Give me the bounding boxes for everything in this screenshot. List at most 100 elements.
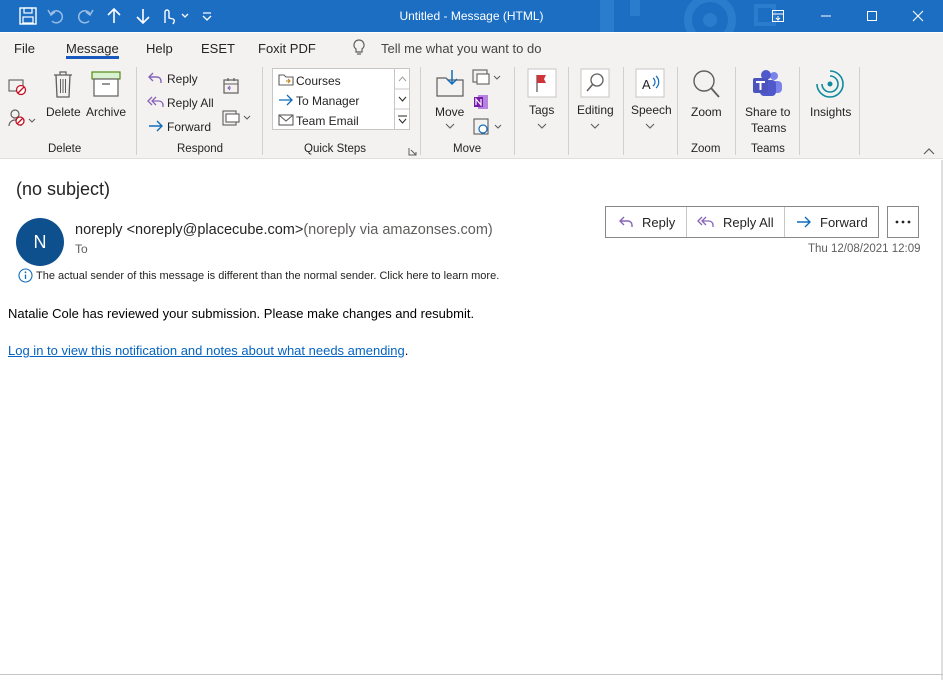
quick-step-to-manager[interactable]: To Manager [296, 94, 359, 108]
move-button[interactable]: Move [435, 105, 464, 119]
speech-dropdown-icon[interactable] [645, 123, 655, 129]
archive-icon[interactable] [91, 71, 121, 97]
move-icon[interactable] [434, 68, 466, 98]
separator [859, 67, 860, 155]
move-dropdown-icon[interactable] [445, 123, 455, 129]
tab-foxit-pdf[interactable]: Foxit PDF [258, 41, 316, 56]
insights-icon[interactable] [815, 69, 845, 99]
archive-button[interactable]: Archive [86, 105, 126, 119]
reply-all-button[interactable]: Reply All [167, 96, 214, 110]
header-reply-all-label: Reply All [723, 215, 774, 230]
delete-group-label: Delete [48, 143, 82, 155]
rules-icon[interactable] [472, 69, 502, 87]
link-suffix: . [404, 343, 409, 358]
minimize-button[interactable] [803, 0, 849, 32]
separator [735, 67, 736, 155]
separator [568, 67, 569, 155]
zoom-icon[interactable] [691, 69, 721, 99]
reply-all-icon [147, 95, 165, 109]
header-reply-all-button[interactable]: Reply All [687, 207, 785, 237]
quick-steps-gallery: Courses To Manager Team Email [272, 68, 410, 130]
quick-steps-scroll[interactable] [394, 69, 410, 129]
sender-email: <noreply@placecube.com> [126, 222, 304, 238]
delete-icon[interactable] [52, 70, 74, 98]
sender-via: (noreply via amazonses.com) [303, 222, 493, 238]
share-to-teams-button[interactable]: Share to [745, 105, 790, 119]
collapse-ribbon-icon[interactable] [923, 147, 935, 155]
reply-button[interactable]: Reply [167, 72, 198, 86]
forward-button[interactable]: Forward [167, 120, 211, 134]
actions-icon[interactable] [473, 118, 503, 136]
close-button[interactable] [895, 0, 941, 32]
more-icon [895, 220, 911, 224]
reading-pane: (no subject) N noreply <noreply@placecub… [0, 160, 943, 680]
sender-name: noreply [75, 222, 123, 238]
separator [420, 67, 421, 155]
teams-group-label: Teams [751, 143, 785, 155]
reply-icon [147, 71, 163, 85]
tags-icon[interactable] [527, 68, 557, 98]
editing-search-icon[interactable] [580, 68, 610, 98]
header-forward-label: Forward [820, 215, 868, 230]
lightbulb-icon [352, 39, 366, 57]
ribbon-tabs: File Message Help ESET Foxit PDF Tell me… [0, 33, 943, 61]
window-bottom-edge [0, 674, 943, 675]
teams-icon[interactable] [752, 69, 784, 99]
editing-dropdown-icon[interactable] [590, 123, 600, 129]
header-reply-button[interactable]: Reply [606, 207, 687, 237]
more-actions-button[interactable] [887, 206, 919, 238]
more-respond-icon[interactable] [222, 109, 252, 127]
maximize-button[interactable] [849, 0, 895, 32]
share-to-teams-label-2: Teams [751, 121, 787, 135]
window-title: Untitled - Message (HTML) [399, 9, 544, 23]
reply-all-icon [697, 216, 714, 227]
header-forward-button[interactable]: Forward [785, 207, 878, 237]
message-body-text: Natalie Cole has reviewed your submissio… [8, 306, 475, 321]
insights-button[interactable]: Insights [810, 105, 851, 119]
message-subject: (no subject) [16, 179, 111, 199]
speech-icon[interactable]: A [635, 68, 665, 98]
tab-help[interactable]: Help [146, 41, 173, 56]
respond-group-label: Respond [177, 143, 224, 155]
separator [514, 67, 515, 155]
forward-icon [148, 119, 164, 133]
sender[interactable]: noreply <noreply@placecube.com>(noreply … [75, 222, 493, 238]
delete-button[interactable]: Delete [46, 105, 81, 119]
onenote-icon[interactable] [473, 94, 489, 110]
separator [799, 67, 800, 155]
folder-move-icon [278, 72, 294, 86]
ribbon: Delete Archive Delete Reply Reply All Fo… [0, 61, 943, 159]
received-date: Thu 12/08/2021 12:09 [808, 243, 921, 255]
tab-message[interactable]: Message [66, 41, 119, 56]
separator [677, 67, 678, 155]
to-label: To [75, 242, 88, 256]
notification-link[interactable]: Log in to view this notification and not… [8, 343, 405, 358]
tab-eset[interactable]: ESET [201, 41, 235, 56]
quick-step-team-email[interactable]: Team Email [296, 114, 359, 128]
ignore-icon[interactable] [8, 78, 28, 96]
dialog-launcher-icon[interactable] [408, 147, 417, 156]
speech-button[interactable]: Speech [631, 103, 672, 117]
separator [262, 67, 263, 155]
zoom-button[interactable]: Zoom [691, 105, 722, 119]
svg-text:A: A [642, 77, 651, 92]
meeting-reply-icon[interactable] [222, 77, 240, 95]
message-body-link-line: Log in to view this notification and not… [8, 343, 408, 358]
zoom-group-label: Zoom [691, 143, 721, 155]
move-group-label: Move [453, 143, 482, 155]
ribbon-display-options-button[interactable] [755, 0, 801, 32]
tab-file[interactable]: File [14, 41, 35, 56]
info-icon [18, 268, 33, 283]
tags-button[interactable]: Tags [529, 103, 554, 117]
separator [136, 67, 137, 155]
sender-notice-text: The actual sender of this message is dif… [36, 270, 500, 282]
quick-step-courses[interactable]: Courses [296, 74, 341, 88]
avatar[interactable]: N [16, 218, 64, 266]
tell-me-search[interactable]: Tell me what you want to do [381, 41, 541, 56]
tags-dropdown-icon[interactable] [537, 123, 547, 129]
editing-button[interactable]: Editing [577, 103, 614, 117]
quick-steps-group-label: Quick Steps [304, 143, 366, 155]
header-reply-label: Reply [642, 215, 676, 230]
junk-icon[interactable] [8, 108, 36, 128]
message-actions: Reply Reply All Forward [605, 206, 879, 238]
